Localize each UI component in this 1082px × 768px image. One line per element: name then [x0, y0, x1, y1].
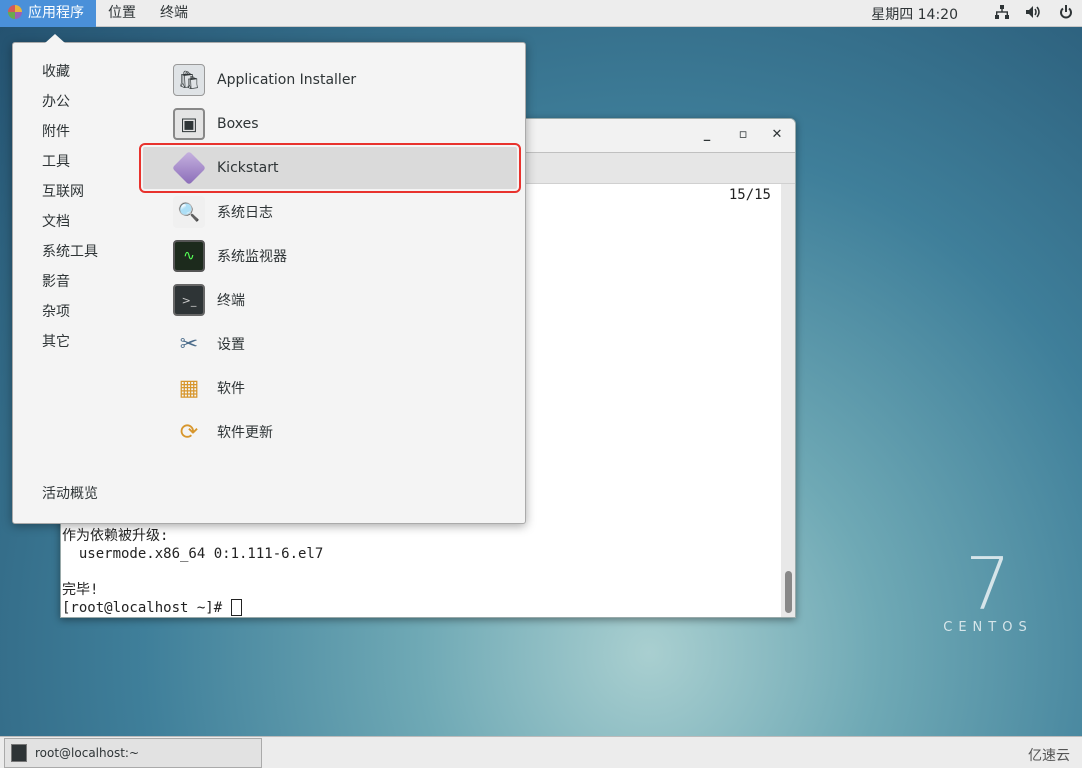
scrollbar-thumb[interactable]: [785, 571, 792, 613]
boxes-icon: ▣: [173, 108, 205, 140]
system-monitor-icon: ∿: [173, 240, 205, 272]
centos-logo-word: CENTOS: [943, 620, 1033, 635]
category-multimedia[interactable]: 影音: [42, 272, 70, 292]
category-accessories[interactable]: 附件: [42, 122, 70, 142]
app-software[interactable]: ▦ 软件: [143, 367, 517, 409]
close-button[interactable]: ✕: [767, 127, 787, 145]
category-favorites[interactable]: 收藏: [42, 62, 70, 82]
minimize-button[interactable]: _: [697, 127, 717, 145]
app-boxes[interactable]: ▣ Boxes: [143, 103, 517, 145]
network-icon[interactable]: [986, 4, 1018, 23]
page-count: 15/15: [728, 187, 771, 203]
category-other[interactable]: 其它: [42, 332, 70, 352]
category-internet[interactable]: 互联网: [42, 182, 84, 202]
category-tools[interactable]: 工具: [42, 152, 70, 172]
software-icon: ▦: [178, 375, 200, 401]
app-label: Boxes: [217, 116, 259, 132]
app-label: 系统监视器: [217, 249, 287, 265]
category-system-tools[interactable]: 系统工具: [42, 242, 98, 262]
centos-logo: 7 CENTOS: [938, 548, 1038, 635]
app-system-log[interactable]: 🔍 系统日志: [143, 191, 517, 233]
app-system-monitor[interactable]: ∿ 系统监视器: [143, 235, 517, 277]
app-terminal[interactable]: >_ 终端: [143, 279, 517, 321]
watermark: 亿速云: [1028, 748, 1070, 764]
top-bar: 应用程序 位置 终端 星期四 14:20: [0, 0, 1082, 27]
software-update-icon: ⟳: [179, 419, 199, 445]
app-label: Kickstart: [217, 160, 279, 176]
app-label: Application Installer: [217, 72, 357, 88]
app-settings[interactable]: ✂ 设置: [143, 323, 517, 365]
taskbar-item-label: root@localhost:~: [35, 746, 140, 760]
applications-menu: 收藏 办公 附件 工具 互联网 文档 系统工具 影音 杂项 其它 活动概览 🛍 A…: [12, 34, 526, 524]
applications-logo-icon: [8, 4, 22, 19]
category-office[interactable]: 办公: [42, 92, 70, 112]
app-label: 终端: [217, 293, 245, 309]
maximize-button[interactable]: ▫: [733, 127, 753, 145]
category-documents[interactable]: 文档: [42, 212, 70, 232]
clock[interactable]: 星期四 14:20: [871, 4, 958, 24]
activities-overview[interactable]: 活动概览: [42, 484, 98, 504]
app-label: 软件: [217, 381, 245, 397]
terminal-menu-button[interactable]: 终端: [148, 0, 200, 27]
applications-label: 应用程序: [28, 4, 84, 21]
app-label: 系统日志: [217, 205, 273, 221]
terminal-cursor: [230, 599, 242, 616]
terminal-line: 作为依赖被升级:: [62, 528, 169, 544]
volume-icon[interactable]: [1018, 5, 1050, 23]
places-menu-button[interactable]: 位置: [96, 0, 148, 27]
kickstart-icon: [172, 151, 206, 185]
app-kickstart[interactable]: Kickstart: [139, 143, 521, 193]
settings-icon: ✂: [179, 331, 199, 357]
terminal-scrollbar[interactable]: [781, 184, 795, 617]
centos-logo-number: 7: [965, 542, 1011, 626]
terminal-icon: >_: [173, 284, 205, 316]
app-label: 软件更新: [217, 425, 273, 441]
app-software-update[interactable]: ⟳ 软件更新: [143, 411, 517, 453]
app-application-installer[interactable]: 🛍 Application Installer: [143, 59, 517, 101]
taskbar: root@localhost:~ 亿速云: [0, 736, 1082, 768]
application-installer-icon: 🛍: [173, 64, 205, 96]
system-log-icon: 🔍: [173, 196, 205, 228]
terminal-prompt: [root@localhost ~]#: [62, 600, 231, 616]
terminal-icon: [11, 744, 27, 762]
power-icon[interactable]: [1050, 4, 1082, 23]
applications-menu-button[interactable]: 应用程序: [0, 0, 96, 27]
terminal-line: 完毕!: [62, 582, 99, 598]
terminal-line: usermode.x86_64 0:1.111-6.el7: [62, 546, 324, 562]
menu-pointer: [45, 34, 65, 43]
taskbar-item-terminal[interactable]: root@localhost:~: [4, 738, 262, 768]
category-misc[interactable]: 杂项: [42, 302, 70, 322]
app-label: 设置: [217, 337, 245, 353]
